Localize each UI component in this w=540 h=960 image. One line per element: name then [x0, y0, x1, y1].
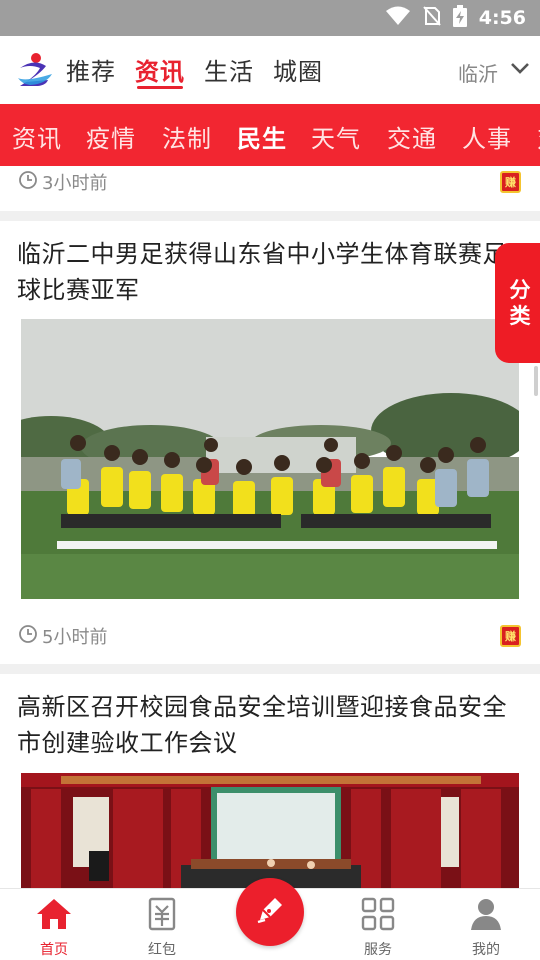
- article-meta: 3小时前: [18, 167, 107, 197]
- category-float-button[interactable]: 分 类: [495, 243, 540, 363]
- nav-label: 红包: [148, 942, 176, 958]
- article-title[interactable]: 高新区召开校园食品安全培训暨迎接食品安全市创建验收工作会议: [17, 689, 522, 761]
- active-tab-indicator: [137, 86, 183, 89]
- city-selector[interactable]: 临沂: [458, 58, 498, 87]
- status-icons: 4:56: [385, 0, 526, 36]
- separator: [0, 211, 540, 221]
- app-screen: 4:56 推荐 资讯 生活 城圈 临沂 资讯 疫情 法制 民生 天气 交通 人事…: [0, 0, 540, 960]
- float-label: 分: [509, 278, 531, 302]
- user-icon: [469, 897, 503, 935]
- app-logo-icon[interactable]: [16, 52, 54, 88]
- category-livelihood[interactable]: 民生: [237, 119, 287, 154]
- battery-charging-icon: [452, 5, 467, 31]
- article-time: 3小时前: [42, 173, 108, 194]
- clock-icon: [18, 624, 38, 649]
- grid-icon: [361, 897, 395, 935]
- publish-button[interactable]: [236, 878, 304, 946]
- home-icon: [35, 897, 73, 935]
- clock-icon: [18, 170, 38, 195]
- article-image-football-team[interactable]: [21, 319, 519, 599]
- category-weather[interactable]: 天气: [311, 119, 361, 154]
- category-news[interactable]: 资讯: [12, 119, 62, 154]
- top-tab-life[interactable]: 生活: [204, 52, 254, 87]
- nav-profile[interactable]: 我的: [432, 889, 540, 960]
- article-time: 5小时前: [42, 627, 108, 648]
- top-tab-city-circle[interactable]: 城圈: [273, 52, 323, 87]
- news-feed[interactable]: 3小时前 赚 临沂二中男足获得山东省中小学生体育联赛足球比赛亚军 5小时前 赚 …: [0, 166, 540, 888]
- chevron-down-icon[interactable]: [510, 60, 530, 79]
- article-image-meeting-hall[interactable]: [21, 773, 519, 888]
- category-epidemic[interactable]: 疫情: [86, 119, 136, 154]
- category-legal[interactable]: 法制: [162, 119, 212, 154]
- red-packet-icon: [147, 897, 177, 935]
- nav-label: 首页: [40, 942, 68, 958]
- status-bar: 4:56: [0, 0, 540, 36]
- nav-label: 服务: [364, 942, 392, 958]
- category-bar: 资讯 疫情 法制 民生 天气 交通 人事 对: [0, 104, 540, 166]
- earn-badge-icon[interactable]: 赚: [500, 171, 521, 193]
- nav-red-packet[interactable]: 红包: [108, 889, 216, 960]
- article-meta: 5小时前: [18, 621, 107, 651]
- category-traffic[interactable]: 交通: [387, 119, 437, 154]
- top-nav: 推荐 资讯 生活 城圈 临沂: [0, 36, 540, 104]
- no-sim-icon: [422, 6, 441, 30]
- top-tab-recommend[interactable]: 推荐: [66, 52, 116, 87]
- nav-services[interactable]: 服务: [324, 889, 432, 960]
- top-tab-news[interactable]: 资讯: [135, 52, 185, 87]
- float-label: 类: [509, 304, 531, 328]
- pen-icon: [253, 893, 287, 931]
- article-title[interactable]: 临沂二中男足获得山东省中小学生体育联赛足球比赛亚军: [17, 236, 522, 308]
- nav-home[interactable]: 首页: [0, 889, 108, 960]
- category-personnel[interactable]: 人事: [462, 119, 512, 154]
- separator: [0, 664, 540, 674]
- status-time: 4:56: [478, 7, 526, 29]
- earn-badge-icon[interactable]: 赚: [500, 625, 521, 647]
- wifi-icon: [385, 6, 411, 30]
- nav-label: 我的: [472, 942, 500, 958]
- scrollbar[interactable]: [534, 366, 538, 396]
